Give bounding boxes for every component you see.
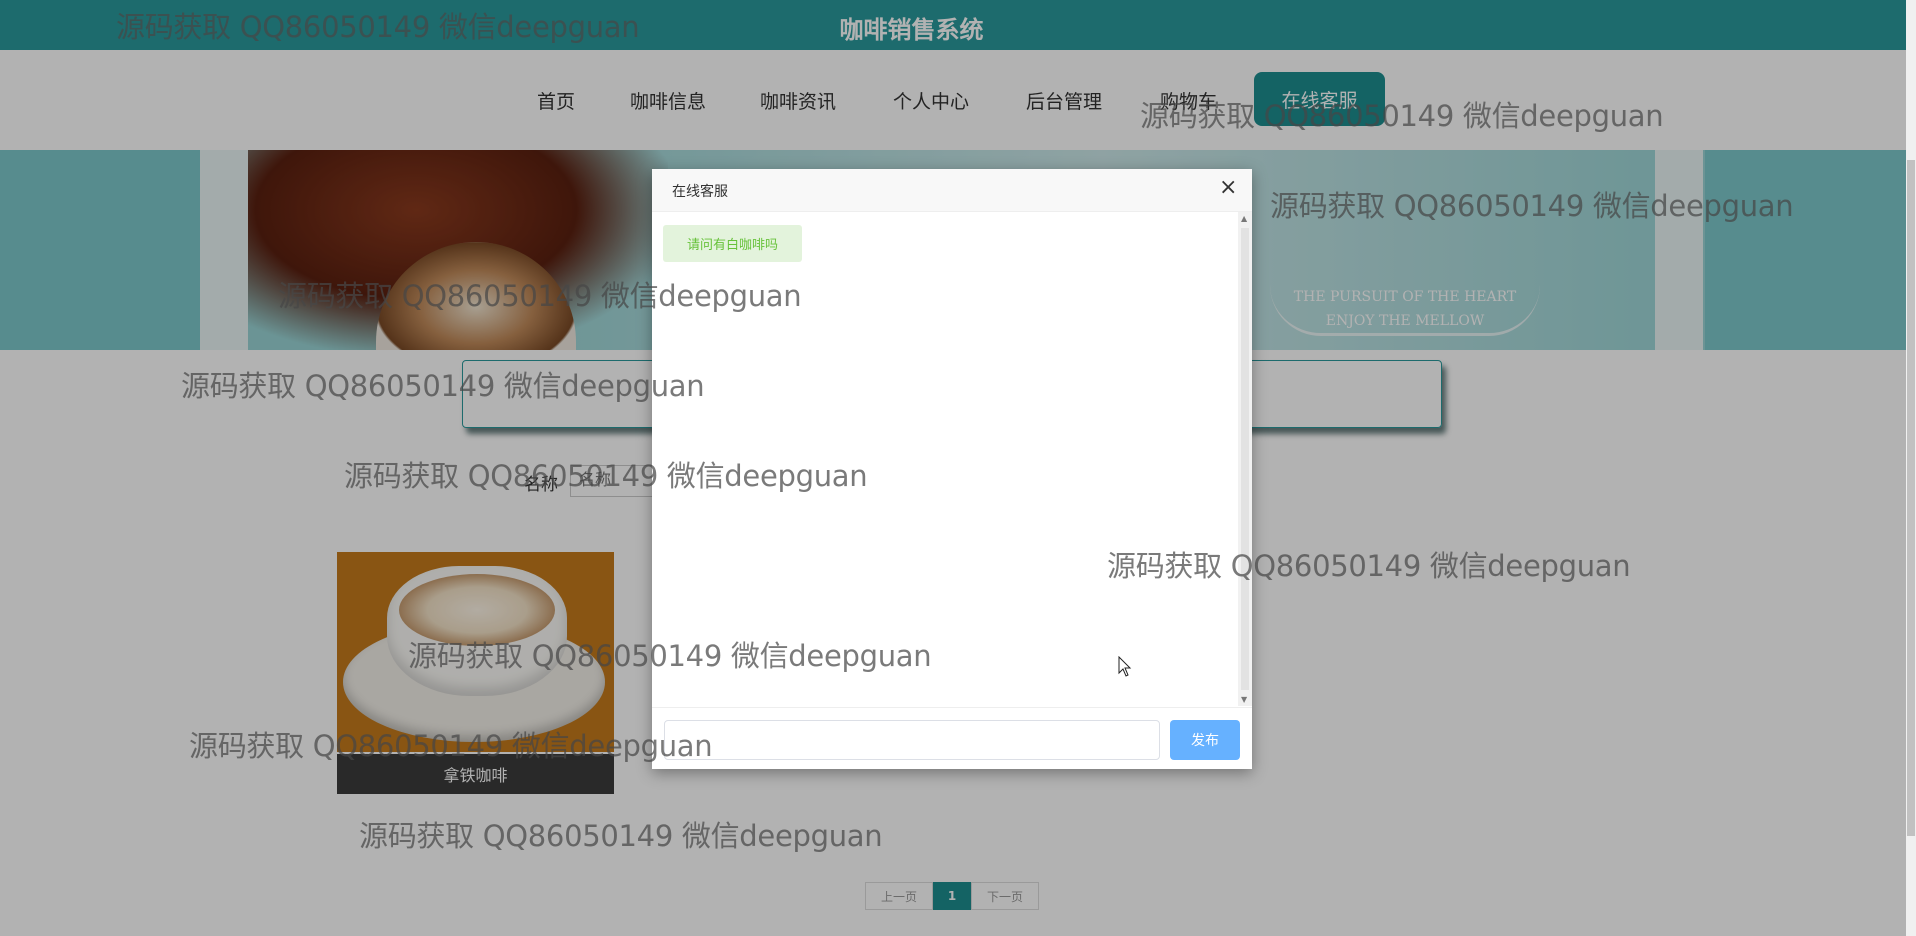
send-button[interactable]: 发布 [1170,720,1240,760]
dialog-title: 在线客服 [672,184,728,200]
chat-message-bubble: 请问有白咖啡吗 [663,225,803,262]
page-scrollbar[interactable] [1906,0,1916,936]
chat-message-area[interactable]: 请问有白咖啡吗 [652,212,1238,706]
chat-scrollbar[interactable]: ▲ ▼ [1238,212,1252,706]
dialog-footer: 发布 [652,707,1252,770]
scroll-up-arrow-icon[interactable]: ▲ [1241,214,1247,223]
online-service-dialog: 在线客服 × 请问有白咖啡吗 ▲ ▼ 发布 [652,169,1252,769]
close-icon[interactable]: × [1219,177,1237,199]
message-input[interactable] [664,720,1160,760]
chat-scrollbar-thumb[interactable] [1241,228,1249,690]
dialog-header: 在线客服 × [652,169,1252,212]
scroll-down-arrow-icon[interactable]: ▼ [1241,695,1247,704]
page-scrollbar-thumb[interactable] [1907,160,1915,836]
mouse-cursor-icon [1118,656,1132,677]
